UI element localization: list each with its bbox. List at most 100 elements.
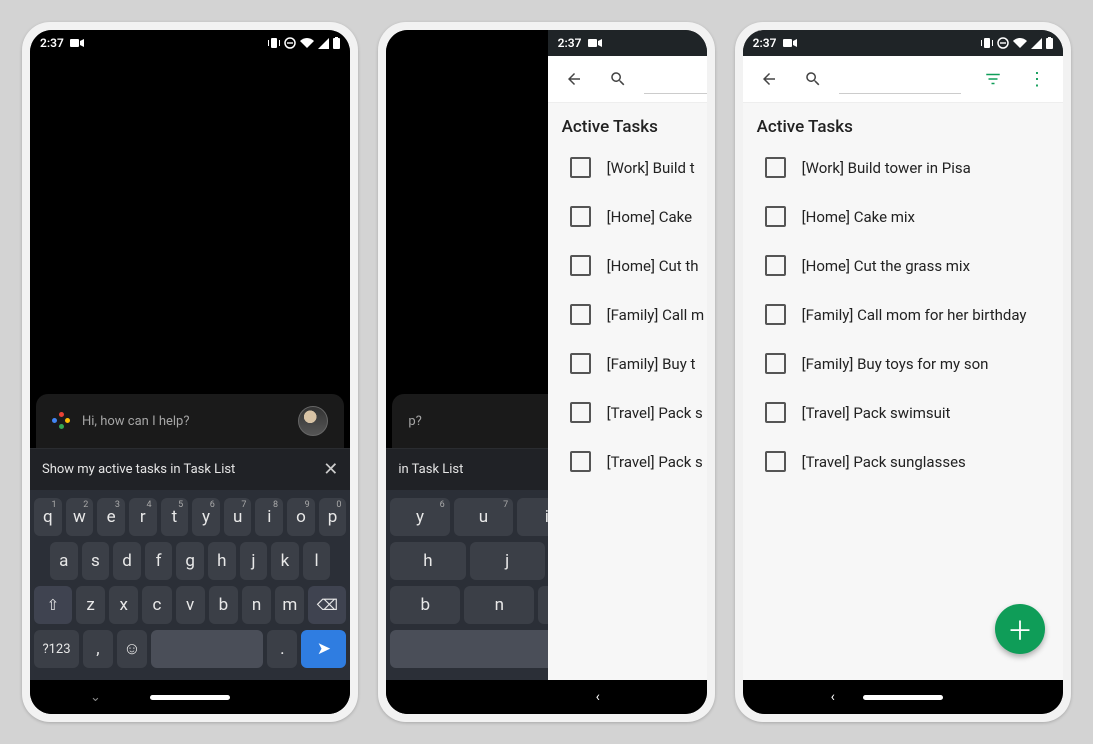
battery-icon — [1046, 37, 1053, 49]
more-icon[interactable]: ⋮ — [1019, 61, 1055, 97]
key-r[interactable]: r4 — [129, 498, 157, 536]
key-v[interactable]: v — [176, 586, 205, 624]
key-a[interactable]: a — [50, 542, 78, 580]
status-bar: 0 — [386, 30, 556, 56]
back-button[interactable] — [751, 61, 787, 97]
task-row[interactable]: [Family] Buy toys for my son — [743, 339, 1063, 388]
key-space[interactable] — [151, 630, 263, 668]
checkbox-icon[interactable] — [570, 353, 591, 374]
back-button[interactable] — [556, 61, 592, 97]
key-q[interactable]: q1 — [34, 498, 62, 536]
checkbox-icon[interactable] — [570, 451, 591, 472]
key-y[interactable]: y6 — [192, 498, 220, 536]
key-j[interactable]: j — [240, 542, 268, 580]
key-l[interactable]: l — [303, 542, 331, 580]
key-d[interactable]: d — [113, 542, 141, 580]
task-row[interactable]: [Home] Cake mix — [743, 192, 1063, 241]
fab-add-button[interactable]: ＋ — [995, 604, 1045, 654]
task-row[interactable]: [Home] Cut the grass mix — [743, 241, 1063, 290]
key-comma[interactable]: , — [83, 630, 113, 668]
key-c[interactable]: c — [142, 586, 171, 624]
user-avatar[interactable] — [298, 406, 328, 436]
search-input[interactable] — [839, 65, 961, 94]
videocam-icon — [588, 38, 602, 48]
checkbox-icon[interactable] — [765, 157, 786, 178]
checkbox-icon[interactable] — [765, 353, 786, 374]
checkbox-icon[interactable] — [570, 206, 591, 227]
checkbox-icon[interactable] — [570, 255, 591, 276]
nav-home-pill[interactable] — [863, 695, 943, 700]
key-u[interactable]: u7 — [224, 498, 252, 536]
checkbox-icon[interactable] — [765, 451, 786, 472]
nav-back-icon[interactable]: ‹ — [831, 689, 835, 705]
key-h[interactable]: h — [390, 542, 465, 580]
filter-icon[interactable] — [975, 61, 1011, 97]
key-p[interactable]: p0 — [319, 498, 347, 536]
checkbox-icon[interactable] — [765, 304, 786, 325]
do-not-disturb-icon — [997, 37, 1009, 49]
key-y[interactable]: y6 — [390, 498, 449, 536]
key-k[interactable]: k — [271, 542, 299, 580]
key-j[interactable]: j — [470, 542, 545, 580]
key-space[interactable] — [390, 630, 556, 668]
task-row[interactable]: [Travel] Pack swimsuit — [743, 388, 1063, 437]
task-row[interactable]: [Travel] Pack s — [548, 437, 707, 486]
key-o[interactable]: o9 — [287, 498, 315, 536]
key-m[interactable]: m — [275, 586, 304, 624]
key-n[interactable]: n — [242, 586, 271, 624]
wifi-icon — [300, 38, 314, 49]
key-s[interactable]: s — [82, 542, 110, 580]
key-b[interactable]: b — [390, 586, 460, 624]
vibrate-icon — [268, 37, 280, 49]
key-period[interactable]: . — [267, 630, 297, 668]
key-x[interactable]: x — [109, 586, 138, 624]
suggestion-bar[interactable]: in Task List ✕ — [386, 448, 556, 490]
section-title: Active Tasks — [548, 103, 707, 143]
search-input[interactable] — [644, 65, 707, 94]
nav-home-pill[interactable] — [150, 695, 230, 700]
key-send[interactable]: ➤ — [301, 630, 346, 668]
checkbox-icon[interactable] — [570, 402, 591, 423]
close-icon[interactable]: ✕ — [323, 459, 338, 480]
checkbox-icon[interactable] — [765, 255, 786, 276]
key-backspace[interactable]: ⌫ — [308, 586, 346, 624]
task-row[interactable]: [Travel] Pack s — [548, 388, 707, 437]
kb-row-3: ⇧ z x c v b n m ⌫ — [34, 586, 346, 624]
task-list: [Work] Build tower in Pisa [Home] Cake m… — [743, 143, 1063, 680]
task-row[interactable]: [Work] Build tower in Pisa — [743, 143, 1063, 192]
key-symbols[interactable]: ?123 — [34, 630, 79, 668]
key-g[interactable]: g — [176, 542, 204, 580]
key-h[interactable]: h — [208, 542, 236, 580]
key-n[interactable]: n — [464, 586, 534, 624]
task-row[interactable]: [Home] Cake — [548, 192, 707, 241]
checkbox-icon[interactable] — [765, 206, 786, 227]
checkbox-icon[interactable] — [765, 402, 786, 423]
search-icon[interactable] — [600, 61, 636, 97]
nav-bar: ‹ — [548, 680, 707, 714]
status-bar: 2:37 — [30, 30, 350, 56]
suggestion-bar[interactable]: Show my active tasks in Task List ✕ — [30, 448, 350, 490]
key-e[interactable]: e3 — [97, 498, 125, 536]
key-i[interactable]: i8 — [255, 498, 283, 536]
task-row[interactable]: [Family] Call mom for her birthday — [743, 290, 1063, 339]
key-u[interactable]: u7 — [454, 498, 513, 536]
search-icon[interactable] — [795, 61, 831, 97]
nav-back-icon[interactable]: ‹ — [596, 689, 600, 705]
task-row[interactable]: [Family] Call m — [548, 290, 707, 339]
chevron-down-icon[interactable]: ⌄ — [90, 690, 101, 705]
task-row[interactable]: [Work] Build t — [548, 143, 707, 192]
key-w[interactable]: w2 — [66, 498, 94, 536]
key-emoji[interactable]: ☺ — [117, 630, 147, 668]
checkbox-icon[interactable] — [570, 157, 591, 178]
key-b[interactable]: b — [209, 586, 238, 624]
task-row[interactable]: [Travel] Pack sunglasses — [743, 437, 1063, 486]
key-t[interactable]: t5 — [161, 498, 189, 536]
key-shift[interactable]: ⇧ — [34, 586, 72, 624]
key-f[interactable]: f — [145, 542, 173, 580]
task-row[interactable]: [Home] Cut th — [548, 241, 707, 290]
checkbox-icon[interactable] — [570, 304, 591, 325]
signal-icon — [318, 38, 329, 49]
task-row[interactable]: [Family] Buy t — [548, 339, 707, 388]
key-z[interactable]: z — [76, 586, 105, 624]
todo-toolbar: ⋮ — [743, 56, 1063, 103]
